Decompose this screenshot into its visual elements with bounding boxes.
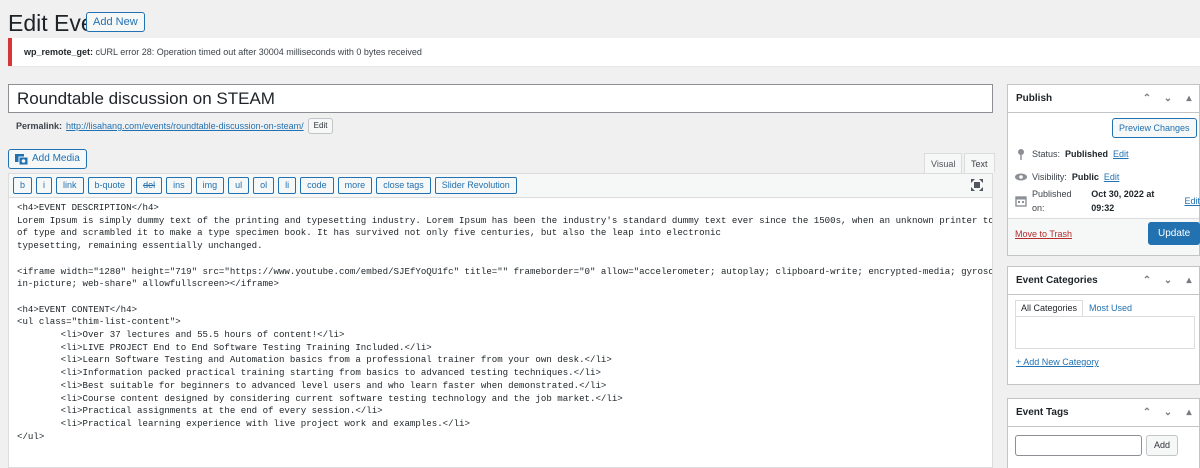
move-down-icon[interactable]: ⌄ <box>1162 399 1174 427</box>
add-tag-button[interactable]: Add <box>1146 435 1179 456</box>
status-row: Status: Published Edit <box>1015 147 1129 161</box>
visibility-value: Public <box>1071 172 1099 182</box>
qt-button-code[interactable]: code <box>300 177 334 194</box>
move-up-icon[interactable]: ⌃ <box>1141 399 1153 427</box>
categories-box-header: Event Categories ⌃ ⌄ ▴ <box>1008 267 1199 295</box>
editor-line: <ul class="thim-list-content"> <box>17 316 181 328</box>
tags-box-title: Event Tags <box>1016 407 1069 418</box>
editor-line: </ul> <box>17 430 45 442</box>
calendar-icon <box>1015 196 1027 207</box>
permalink-edit-button[interactable]: Edit <box>307 118 334 134</box>
editor-line: Lorem Ipsum is simply dummy text of the … <box>17 214 993 226</box>
editor-line: <li>Best suitable for beginners to advan… <box>17 379 607 391</box>
qt-button-ins[interactable]: ins <box>166 177 192 194</box>
qt-button-ul[interactable]: ul <box>228 177 250 194</box>
qt-button-b-quote[interactable]: b-quote <box>87 177 133 194</box>
move-up-icon[interactable]: ⌃ <box>1141 85 1153 113</box>
qt-button-close-tags[interactable]: close tags <box>376 177 431 194</box>
qt-button-img[interactable]: img <box>195 177 225 194</box>
qt-button-i[interactable]: i <box>36 177 53 194</box>
move-to-trash-link[interactable]: Move to Trash <box>1015 227 1072 241</box>
media-icon <box>15 153 28 165</box>
qt-button-link[interactable]: link <box>56 177 84 194</box>
notice-message: cURL error 28: Operation timed out after… <box>93 47 422 57</box>
categories-box-title: Event Categories <box>1016 275 1098 286</box>
editor-line: <li>LIVE PROJECT End to End Software Tes… <box>17 341 432 353</box>
editor-line: <li>Course content designed by consideri… <box>17 392 623 404</box>
tab-all-categories[interactable]: All Categories <box>1015 300 1084 317</box>
new-tag-input[interactable] <box>1015 435 1142 456</box>
publish-box-title: Publish <box>1016 93 1053 104</box>
editor-line: of type and scrambled it to make a type … <box>17 227 721 239</box>
permalink-label: Permalink: <box>16 121 63 131</box>
qt-button-ol[interactable]: ol <box>253 177 275 194</box>
pin-icon <box>1018 149 1024 160</box>
eye-icon <box>1015 173 1027 181</box>
editor-line: <h4>EVENT DESCRIPTION</h4> <box>17 202 159 213</box>
editor-line: <li>Over 37 lectures and 55.5 hours of c… <box>17 329 345 341</box>
category-checklist <box>1015 316 1195 349</box>
editor-line: in-picture; web-share" allowfullscreen><… <box>17 278 279 290</box>
editor-line: <li>Information packed practical trainin… <box>17 367 601 379</box>
collapse-icon[interactable]: ▴ <box>1183 399 1195 427</box>
permalink-row: Permalink: http://lisahang.com/events/ro… <box>16 118 334 134</box>
update-button[interactable]: Update <box>1148 222 1200 245</box>
visibility-label: Visibility: <box>1032 172 1067 182</box>
status-edit-link[interactable]: Edit <box>1113 147 1129 161</box>
permalink-base: http://lisahang.com/events/ <box>66 121 174 131</box>
add-new-category-link[interactable]: + Add New Category <box>1016 356 1099 368</box>
published-row: Published on: Oct 30, 2022 at 09:32 Edit <box>1015 189 1200 213</box>
add-media-label: Add Media <box>32 153 80 164</box>
qt-button-more[interactable]: more <box>337 177 373 194</box>
move-down-icon[interactable]: ⌄ <box>1162 267 1174 295</box>
visibility-edit-link[interactable]: Edit <box>1104 170 1120 184</box>
published-label: Published on: <box>1031 189 1072 213</box>
preview-changes-button[interactable]: Preview Changes <box>1112 118 1197 138</box>
add-new-button[interactable]: Add New <box>86 12 145 32</box>
collapse-icon[interactable]: ▴ <box>1183 85 1195 113</box>
editor-line: <li>Learn Software Testing and Automatio… <box>17 354 612 366</box>
editor-line: <h4>EVENT CONTENT</h4> <box>17 303 138 315</box>
move-up-icon[interactable]: ⌃ <box>1141 267 1153 295</box>
quicktags-toolbar: b i link b-quote del ins img ul ol li code more clos… <box>8 173 993 198</box>
tab-text[interactable]: Text <box>964 153 995 173</box>
tags-box: Event Tags ⌃ ⌄ ▴ <box>1007 398 1200 468</box>
tab-visual[interactable]: Visual <box>924 153 963 173</box>
tab-most-used[interactable]: Most Used <box>1083 300 1138 317</box>
visibility-row: Visibility: Public Edit <box>1015 170 1119 184</box>
editor-line: <li>Practical assignments at the end of … <box>17 405 383 417</box>
category-tabs: All Categories Most Used <box>1015 300 1138 317</box>
qt-button-del[interactable]: del <box>136 177 163 194</box>
post-title-input[interactable] <box>8 84 993 113</box>
qt-button-li[interactable]: li <box>278 177 297 194</box>
error-notice: wp_remote_get: cURL error 28: Operation … <box>8 38 1200 66</box>
editor-line: typesetting, remaining essentially uncha… <box>17 240 263 252</box>
editor-line: <li>Practical learning experience with l… <box>17 417 470 429</box>
permalink-slug: roundtable-discussion-on-steam/ <box>173 121 304 131</box>
published-edit-link[interactable]: Edit <box>1184 194 1200 208</box>
status-value: Published <box>1065 149 1109 159</box>
fullscreen-icon[interactable] <box>971 179 983 191</box>
editor-line: <iframe width="1280" height="719" src="h… <box>17 265 993 277</box>
published-value: Oct 30, 2022 at 09:32 <box>1091 189 1155 213</box>
tags-box-header: Event Tags ⌃ ⌄ ▴ <box>1008 399 1199 427</box>
editor-content: <h4>EVENT DESCRIPTION</h4> Lorem Ipsum i… <box>17 202 992 443</box>
publish-box-header: Publish ⌃ ⌄ ▴ <box>1008 85 1199 113</box>
permalink-link[interactable]: http://lisahang.com/events/roundtable-di… <box>66 118 304 134</box>
notice-prefix: wp_remote_get: <box>24 47 94 57</box>
qt-button-slider-revolution[interactable]: Slider Revolution <box>434 177 517 194</box>
add-media-button[interactable]: Add Media <box>8 149 87 169</box>
collapse-icon[interactable]: ▴ <box>1183 267 1195 295</box>
move-down-icon[interactable]: ⌄ <box>1162 85 1174 113</box>
qt-button-b[interactable]: b <box>13 177 33 194</box>
content-textarea[interactable]: <h4>EVENT DESCRIPTION</h4> Lorem Ipsum i… <box>8 198 993 468</box>
status-label: Status: <box>1032 149 1061 159</box>
